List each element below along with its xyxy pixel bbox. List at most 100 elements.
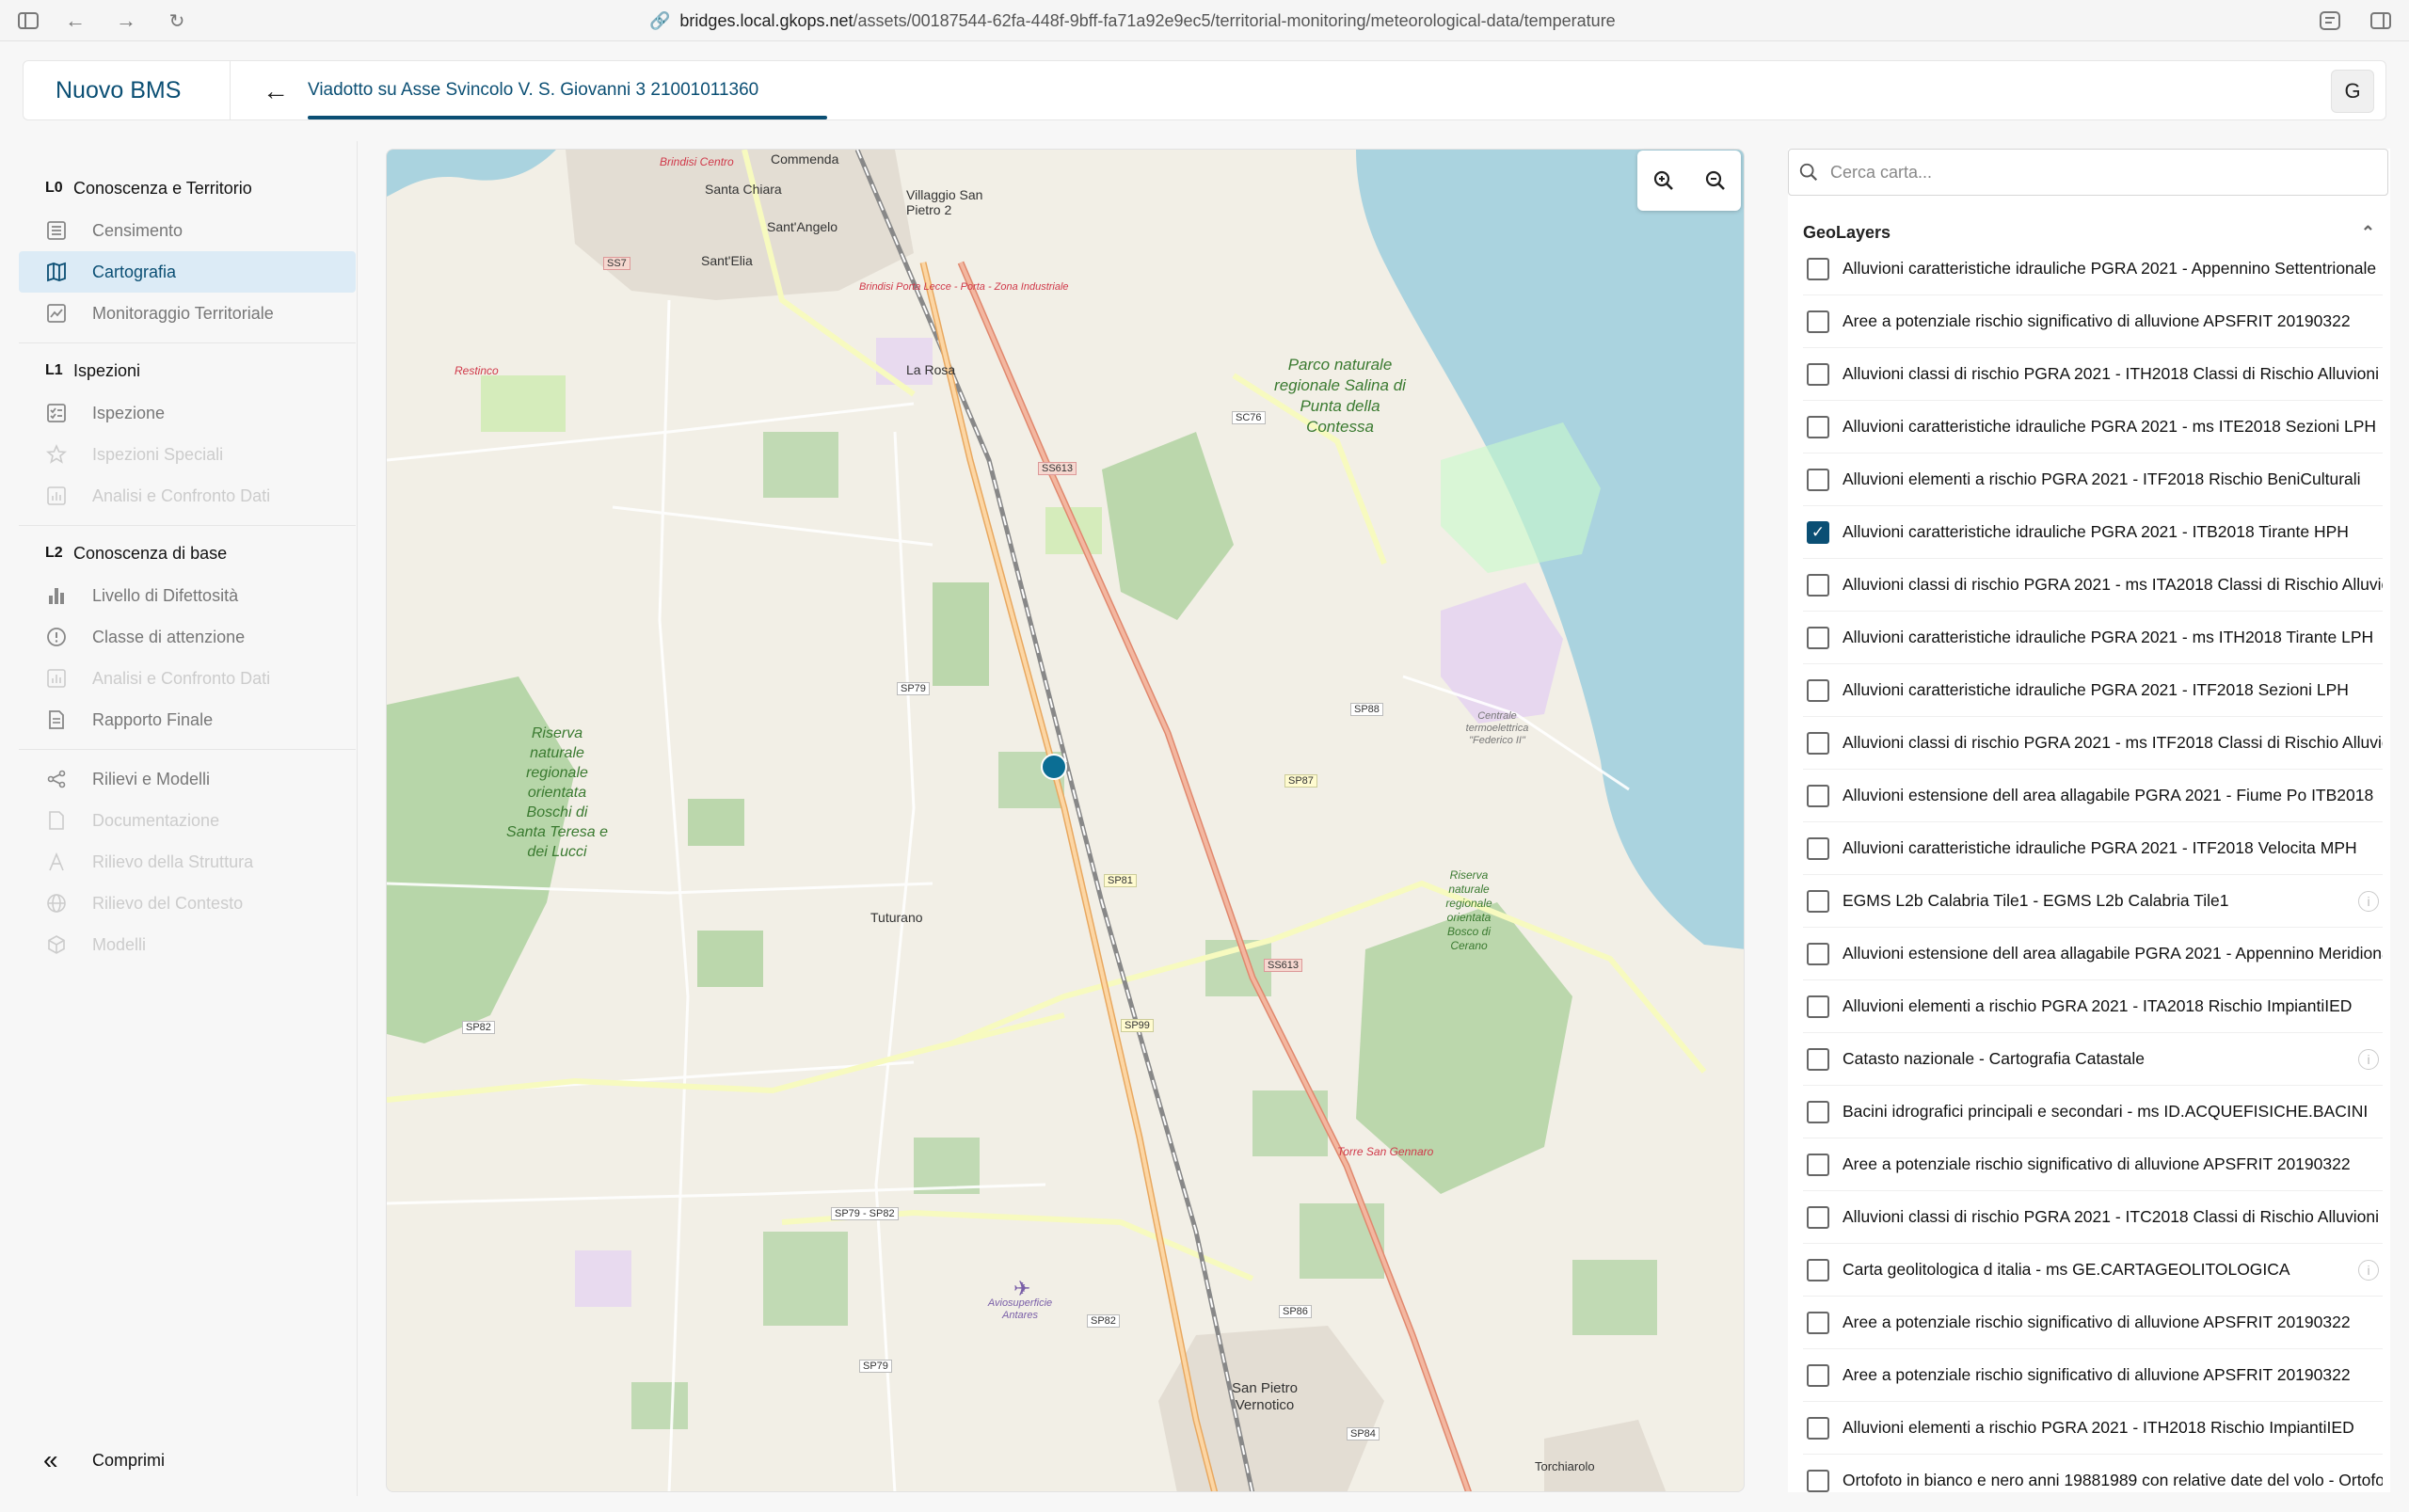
sidebar-item-difettosita[interactable]: Livello di Difettosità — [19, 575, 356, 616]
layer-row[interactable]: EGMS L2b Calabria Tile1 - EGMS L2b Calab… — [1803, 875, 2383, 928]
zoom-out-button[interactable] — [1697, 162, 1734, 199]
layer-row[interactable]: Aree a potenziale rischio significativo … — [1803, 1349, 2383, 1402]
layer-checkbox[interactable] — [1807, 1469, 1829, 1492]
layer-row[interactable]: Alluvioni caratteristiche idrauliche PGR… — [1803, 612, 2383, 664]
layer-row[interactable]: Alluvioni classi di rischio PGRA 2021 - … — [1803, 348, 2383, 401]
layer-checkbox[interactable] — [1807, 1153, 1829, 1176]
layer-checkbox[interactable] — [1807, 1100, 1829, 1123]
layer-row[interactable]: Carta geolitologica d italia - ms GE.CAR… — [1803, 1244, 2383, 1297]
browser-forward-icon[interactable]: → — [113, 8, 139, 34]
sidebar-item-analisi-1[interactable]: Analisi e Confronto Dati — [19, 475, 356, 517]
user-avatar-button[interactable]: G — [2331, 70, 2374, 113]
layer-row[interactable]: Aree a potenziale rischio significativo … — [1803, 1138, 2383, 1191]
sidebar-item-rilievi-modelli[interactable]: Rilievi e Modelli — [19, 758, 356, 800]
layer-checkbox[interactable] — [1807, 731, 1829, 755]
zoom-controls — [1637, 151, 1741, 211]
layer-row[interactable]: Alluvioni elementi a rischio PGRA 2021 -… — [1803, 980, 2383, 1033]
sidebar-item-censimento[interactable]: Censimento — [19, 210, 356, 251]
layer-checkbox[interactable] — [1807, 1311, 1829, 1334]
layer-row[interactable]: Alluvioni estensione dell area allagabil… — [1803, 770, 2383, 822]
layer-name: Alluvioni estensione dell area allagabil… — [1843, 786, 2374, 804]
bridge-location-marker[interactable] — [1041, 754, 1067, 780]
layer-row[interactable]: Aree a potenziale rischio significativo … — [1803, 295, 2383, 348]
sidebar-item-analisi-2[interactable]: Analisi e Confronto Dati — [19, 658, 356, 699]
layer-row[interactable]: Alluvioni caratteristiche idrauliche PGR… — [1803, 822, 2383, 875]
map-label: San Pietro Vernotico — [1231, 1380, 1299, 1413]
layer-checkbox[interactable] — [1807, 310, 1829, 333]
layer-name: Alluvioni caratteristiche idrauliche PGR… — [1843, 838, 2357, 857]
brand-logo[interactable]: Nuovo BMS — [24, 61, 231, 119]
sidebar-item-classe-attenzione[interactable]: Classe di attenzione — [19, 616, 356, 658]
section-code: L0 — [45, 180, 63, 196]
sidebar-item-documentazione[interactable]: Documentazione — [19, 800, 356, 841]
chevron-up-icon[interactable]: ⌃ — [2361, 223, 2383, 243]
sidebar-item-cartografia[interactable]: Cartografia — [19, 251, 356, 293]
road-label: SS613 — [1038, 462, 1077, 475]
layer-row[interactable]: Alluvioni classi di rischio PGRA 2021 - … — [1803, 717, 2383, 770]
search-box — [1788, 149, 2388, 196]
url-host: bridges.local.gkops.net — [679, 10, 854, 30]
layer-row[interactable]: Alluvioni caratteristiche idrauliche PGR… — [1803, 401, 2383, 454]
layer-name: Aree a potenziale rischio significativo … — [1843, 311, 2351, 330]
layer-row[interactable]: Alluvioni estensione dell area allagabil… — [1803, 928, 2383, 980]
layer-checkbox[interactable] — [1807, 1205, 1829, 1229]
layer-checkbox[interactable] — [1807, 784, 1829, 807]
layer-row[interactable]: Alluvioni caratteristiche idrauliche PGR… — [1803, 243, 2383, 295]
layer-row[interactable]: Bacini idrografici principali e secondar… — [1803, 1086, 2383, 1138]
layer-row[interactable]: Alluvioni classi di rischio PGRA 2021 - … — [1803, 1191, 2383, 1244]
collapse-sidebar-button[interactable]: « Comprimi — [19, 1441, 165, 1479]
reader-icon[interactable] — [2317, 8, 2343, 34]
layer-checkbox[interactable] — [1807, 362, 1829, 386]
sidebar-item-modelli[interactable]: Modelli — [19, 924, 356, 965]
layer-checkbox[interactable] — [1807, 415, 1829, 438]
reload-icon[interactable]: ↻ — [164, 8, 190, 34]
layer-row[interactable]: Alluvioni elementi a rischio PGRA 2021 -… — [1803, 1402, 2383, 1455]
layer-row[interactable]: Catasto nazionale - Cartografia Catastal… — [1803, 1033, 2383, 1086]
address-bar[interactable]: 🔗 bridges.local.gkops.net/assets/0018754… — [649, 9, 1616, 32]
split-view-icon[interactable] — [2368, 8, 2394, 34]
sidebar-item-rilievo-struttura[interactable]: Rilievo della Struttura — [19, 841, 356, 883]
divider — [19, 749, 356, 750]
zoom-in-button[interactable] — [1645, 162, 1683, 199]
layer-checkbox[interactable] — [1807, 1363, 1829, 1387]
layer-checkbox[interactable]: ✓ — [1807, 520, 1829, 544]
layer-row[interactable]: Aree a potenziale rischio significativo … — [1803, 1297, 2383, 1349]
map-label: Brindisi Centro — [660, 155, 734, 168]
layer-row[interactable]: Alluvioni caratteristiche idrauliche PGR… — [1803, 664, 2383, 717]
sidebar-toggle-icon[interactable] — [15, 8, 41, 34]
info-icon[interactable]: i — [2358, 1049, 2379, 1070]
layer-checkbox[interactable] — [1807, 836, 1829, 860]
layer-checkbox[interactable] — [1807, 995, 1829, 1018]
globe-icon — [19, 892, 92, 915]
sidebar-item-ispezione[interactable]: Ispezione — [19, 392, 356, 434]
asset-title-tab[interactable]: Viadotto su Asse Svincolo V. S. Giovanni… — [308, 61, 758, 119]
search-input[interactable] — [1830, 162, 2357, 183]
layer-checkbox[interactable] — [1807, 1047, 1829, 1071]
layer-row[interactable]: Alluvioni classi di rischio PGRA 2021 - … — [1803, 559, 2383, 612]
layer-row[interactable]: Ortofoto in bianco e nero anni 19881989 … — [1803, 1455, 2383, 1492]
info-icon[interactable]: i — [2358, 891, 2379, 912]
layer-checkbox[interactable] — [1807, 889, 1829, 913]
layer-row[interactable]: ✓ Alluvioni caratteristiche idrauliche PG… — [1803, 506, 2383, 559]
chart-icon — [19, 667, 92, 690]
layer-checkbox[interactable] — [1807, 626, 1829, 649]
info-icon[interactable]: i — [2358, 1260, 2379, 1281]
layer-checkbox[interactable] — [1807, 1258, 1829, 1281]
sidebar-item-rilievo-contesto[interactable]: Rilievo del Contesto — [19, 883, 356, 924]
sidebar-item-rapporto-finale[interactable]: Rapporto Finale — [19, 699, 356, 740]
browser-back-icon[interactable]: ← — [62, 8, 88, 34]
layer-checkbox[interactable] — [1807, 468, 1829, 491]
back-arrow-icon[interactable]: ← — [259, 74, 293, 108]
layer-checkbox[interactable] — [1807, 257, 1829, 280]
sidebar-item-ispezioni-speciali[interactable]: Ispezioni Speciali — [19, 434, 356, 475]
sidebar-item-monitoraggio[interactable]: Monitoraggio Territoriale — [19, 293, 356, 334]
layer-checkbox[interactable] — [1807, 1416, 1829, 1440]
link-icon: 🔗 — [649, 10, 671, 30]
map-view[interactable]: ✈ Brindisi Centro Commenda Santa Chiara … — [386, 149, 1745, 1492]
road-label: SP79 — [859, 1360, 892, 1373]
layer-name: Alluvioni caratteristiche idrauliche PGR… — [1843, 628, 2374, 646]
layer-checkbox[interactable] — [1807, 942, 1829, 965]
layer-row[interactable]: Alluvioni elementi a rischio PGRA 2021 -… — [1803, 454, 2383, 506]
layer-checkbox[interactable] — [1807, 678, 1829, 702]
layer-checkbox[interactable] — [1807, 573, 1829, 597]
